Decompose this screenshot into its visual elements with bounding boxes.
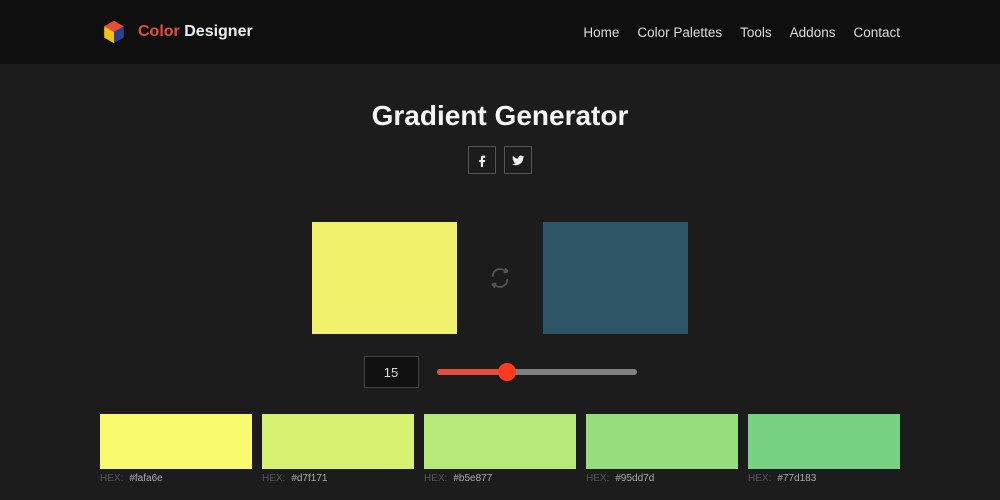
logo[interactable]: Color Designer [100, 18, 253, 46]
steps-slider[interactable] [437, 362, 637, 382]
result-swatch[interactable] [100, 414, 252, 469]
swap-colors-button[interactable] [485, 263, 515, 293]
share-twitter-button[interactable] [504, 146, 532, 174]
nav-palettes[interactable]: Color Palettes [637, 25, 722, 40]
slider-thumb[interactable] [498, 363, 516, 381]
result-label: HEX:#b5e877 [424, 473, 576, 484]
page-title: Gradient Generator [0, 100, 1000, 132]
steps-input[interactable] [364, 356, 419, 388]
main-nav: Home Color Palettes Tools Addons Contact [583, 25, 900, 40]
result-label: HEX:#fafa6e [100, 473, 252, 484]
nav-tools[interactable]: Tools [740, 25, 772, 40]
result-swatch[interactable] [748, 414, 900, 469]
main-content: Gradient Generator [0, 64, 1000, 484]
result-item: HEX:#95dd7d [586, 414, 738, 484]
result-label: HEX:#77d183 [748, 473, 900, 484]
logo-text-first: Color [138, 23, 180, 40]
result-label: HEX:#d7f171 [262, 473, 414, 484]
facebook-icon [476, 154, 489, 167]
result-label: HEX:#95dd7d [586, 473, 738, 484]
result-item: HEX:#d7f171 [262, 414, 414, 484]
start-color-swatch[interactable] [312, 222, 457, 334]
nav-contact[interactable]: Contact [853, 25, 900, 40]
share-facebook-button[interactable] [468, 146, 496, 174]
nav-addons[interactable]: Addons [790, 25, 836, 40]
cube-logo-icon [100, 18, 128, 46]
color-picker-row [0, 222, 1000, 334]
logo-text-second: Designer [184, 23, 252, 40]
result-row: HEX:#fafa6e HEX:#d7f171 HEX:#b5e877 HEX:… [0, 414, 1000, 484]
swap-icon [489, 267, 511, 289]
nav-home[interactable]: Home [583, 25, 619, 40]
result-swatch[interactable] [262, 414, 414, 469]
result-swatch[interactable] [424, 414, 576, 469]
share-row [0, 146, 1000, 174]
steps-slider-row [0, 356, 1000, 388]
result-item: HEX:#77d183 [748, 414, 900, 484]
result-item: HEX:#fafa6e [100, 414, 252, 484]
result-item: HEX:#b5e877 [424, 414, 576, 484]
twitter-icon [512, 154, 525, 167]
result-swatch[interactable] [586, 414, 738, 469]
slider-fill [437, 369, 507, 375]
header: Color Designer Home Color Palettes Tools… [0, 0, 1000, 64]
logo-text: Color Designer [138, 23, 253, 41]
end-color-swatch[interactable] [543, 222, 688, 334]
